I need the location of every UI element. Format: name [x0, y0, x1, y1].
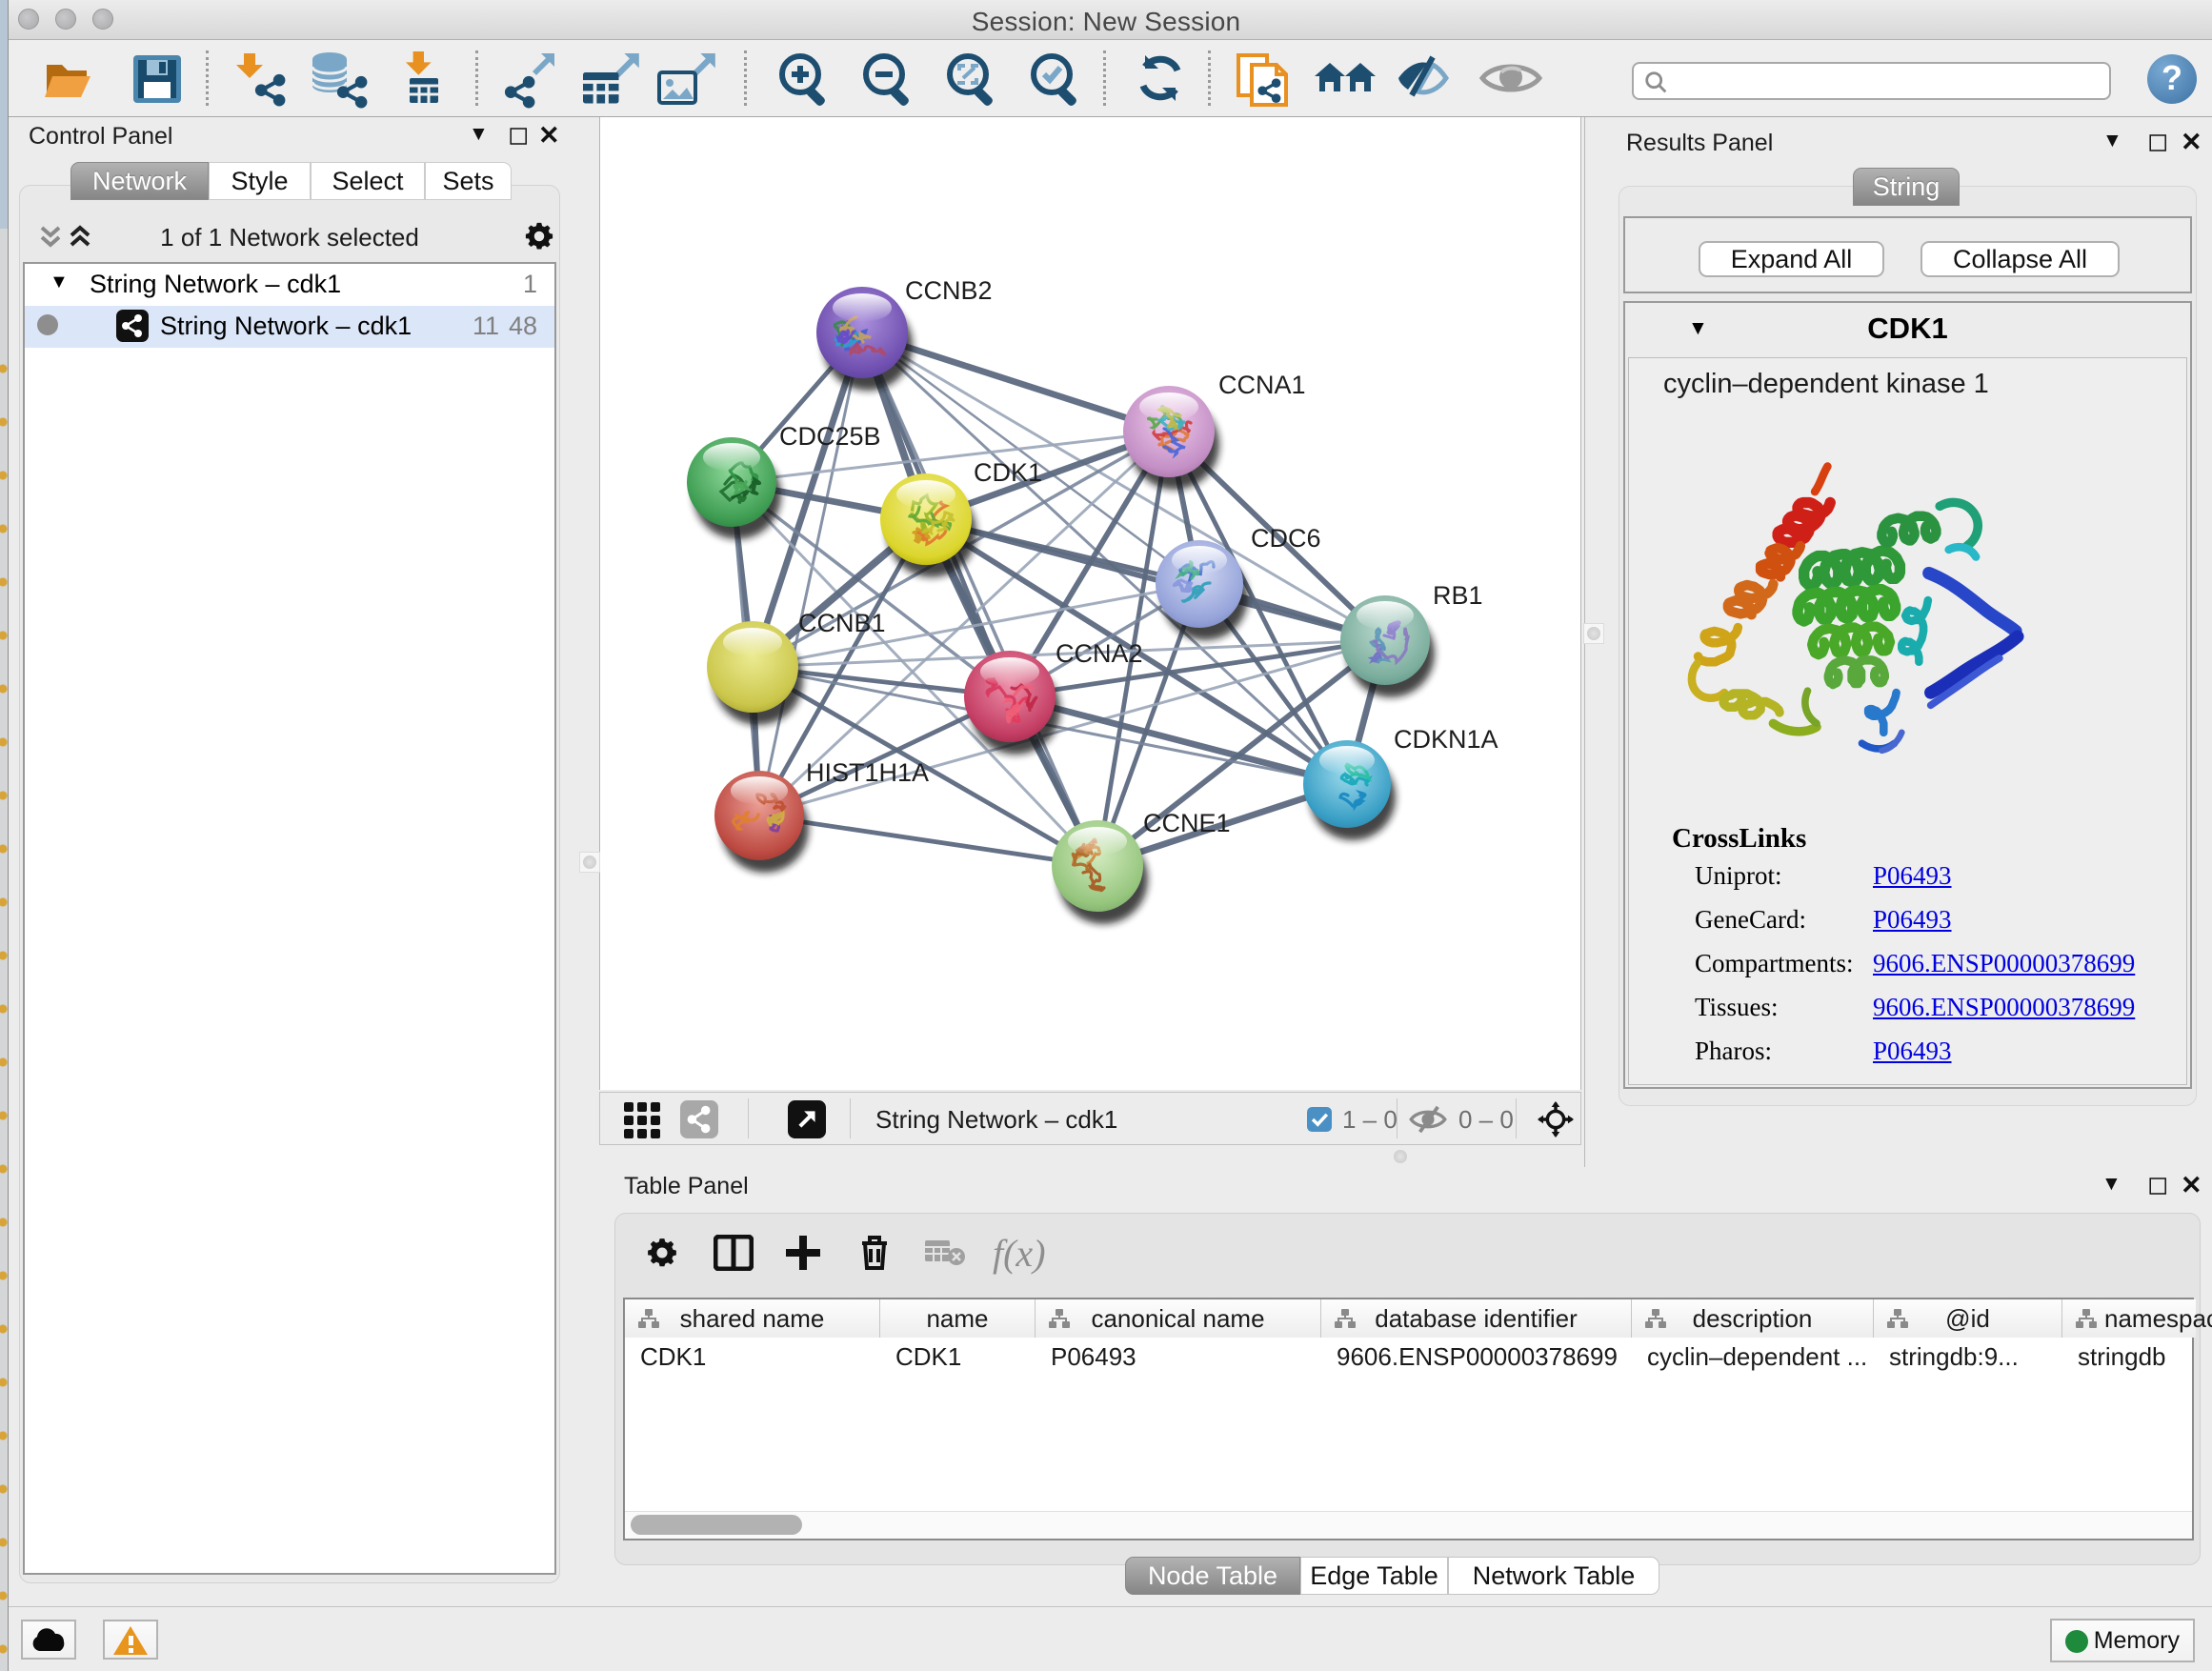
svg-text:CDC6: CDC6 — [1251, 524, 1321, 553]
svg-text:CDKN1A: CDKN1A — [1394, 725, 1498, 754]
svg-text:CDK1: CDK1 — [974, 458, 1042, 487]
svg-text:CCNA1: CCNA1 — [1218, 371, 1306, 399]
svg-text:CDC25B: CDC25B — [779, 422, 881, 451]
svg-text:CCNA2: CCNA2 — [1056, 639, 1143, 668]
svg-text:CCNB2: CCNB2 — [905, 276, 993, 305]
svg-text:RB1: RB1 — [1433, 581, 1483, 610]
svg-text:HIST1H1A: HIST1H1A — [806, 758, 929, 787]
svg-text:CCNB1: CCNB1 — [798, 609, 886, 637]
svg-text:CCNE1: CCNE1 — [1143, 809, 1231, 837]
